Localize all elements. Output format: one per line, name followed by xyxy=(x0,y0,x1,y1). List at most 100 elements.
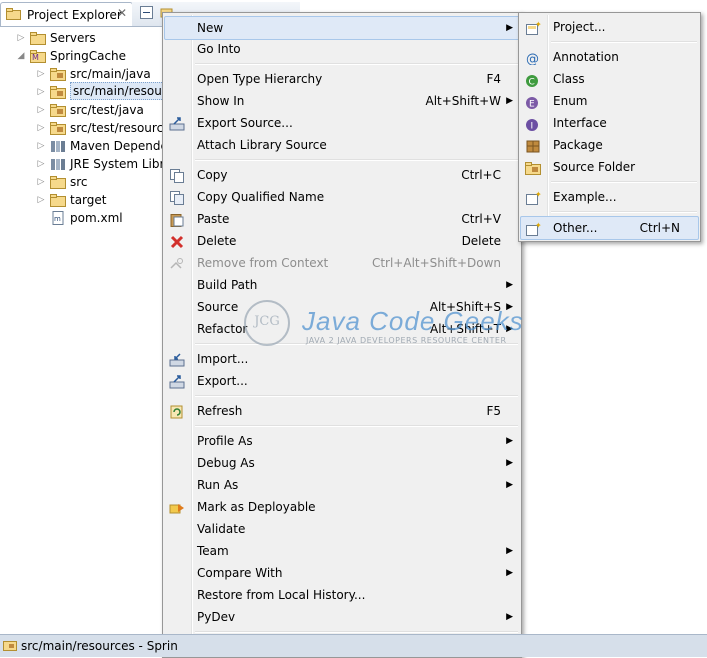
menu-item-label: Annotation xyxy=(553,50,619,64)
menu-item-paste[interactable]: Paste Ctrl+V xyxy=(165,208,519,230)
tree-item-label: src xyxy=(70,175,88,189)
annotation-icon: @ xyxy=(525,50,541,67)
menu-item-shortcut: F4 xyxy=(486,72,501,86)
menu-item-compare-with[interactable]: Compare With ▶ xyxy=(165,562,519,584)
svg-text:@: @ xyxy=(526,52,539,65)
menu-item-import[interactable]: Import... xyxy=(165,348,519,370)
menu-item-shortcut: Delete xyxy=(461,234,501,248)
menu-item-label: Attach Library Source xyxy=(197,138,327,152)
menu-item-label: Export Source... xyxy=(197,116,293,130)
expand-toggle-icon[interactable]: ▷ xyxy=(36,119,46,137)
menu-item-team[interactable]: Team ▶ xyxy=(165,540,519,562)
menu-item-export-source[interactable]: Export Source... xyxy=(165,112,519,134)
export-source-icon xyxy=(169,116,185,131)
expand-toggle-icon[interactable]: ▷ xyxy=(16,29,26,47)
delete-icon xyxy=(169,234,185,249)
menu-item-open-type-hierarchy[interactable]: Open Type Hierarchy F4 xyxy=(165,68,519,90)
menu-item-annotation[interactable]: @ Annotation xyxy=(521,46,698,68)
expand-toggle-icon[interactable]: ◢ xyxy=(16,47,26,65)
collapse-all-icon[interactable] xyxy=(140,6,153,19)
menu-item-profile-as[interactable]: Profile As ▶ xyxy=(165,430,519,452)
menu-separator xyxy=(195,395,518,397)
menu-item-copy[interactable]: Copy Ctrl+C xyxy=(165,164,519,186)
folder-icon xyxy=(30,31,46,45)
svg-text:✦: ✦ xyxy=(535,191,541,199)
library-icon xyxy=(50,139,66,153)
interface-icon: I xyxy=(525,116,541,132)
tree-item-label: pom.xml xyxy=(70,211,123,225)
menu-item-shortcut: Ctrl+V xyxy=(461,212,501,226)
menu-item-label: Show In xyxy=(197,94,245,108)
submenu-arrow-icon: ▶ xyxy=(506,96,513,106)
expand-toggle-icon[interactable]: ▷ xyxy=(36,173,46,191)
menu-item-delete[interactable]: Delete Delete xyxy=(165,230,519,252)
export-icon xyxy=(169,374,185,389)
source-folder-icon xyxy=(525,160,541,175)
menu-item-class[interactable]: C Class xyxy=(521,68,698,90)
menu-item-interface[interactable]: I Interface xyxy=(521,112,698,134)
expand-toggle-icon[interactable]: ▷ xyxy=(36,101,46,119)
remove-context-icon xyxy=(169,256,185,270)
menu-item-label: Delete xyxy=(197,234,237,248)
menu-item-pydev[interactable]: PyDev ▶ xyxy=(165,606,519,628)
expand-toggle-icon[interactable]: ▷ xyxy=(36,137,46,155)
menu-item-export[interactable]: Export... xyxy=(165,370,519,392)
svg-text:m: m xyxy=(54,215,61,223)
menu-item-label: Import... xyxy=(197,352,249,366)
menu-item-shortcut: Alt+Shift+T xyxy=(430,322,501,336)
menu-item-new[interactable]: New ▶ xyxy=(164,16,520,40)
menu-item-source-folder[interactable]: Source Folder xyxy=(521,156,698,178)
menu-item-project[interactable]: ✦ Project... xyxy=(521,16,698,38)
menu-item-label: Project... xyxy=(553,20,606,34)
library-icon xyxy=(50,157,66,171)
menu-item-show-in[interactable]: Show In Alt+Shift+W ▶ xyxy=(165,90,519,112)
menu-item-shortcut: Alt+Shift+S xyxy=(429,300,501,314)
submenu-arrow-icon: ▶ xyxy=(506,280,513,290)
menu-item-other[interactable]: ✦ Other... Ctrl+N xyxy=(520,216,699,240)
menu-item-remove-from-context[interactable]: Remove from Context Ctrl+Alt+Shift+Down xyxy=(165,252,519,274)
menu-item-validate[interactable]: Validate xyxy=(165,518,519,540)
submenu-arrow-icon: ▶ xyxy=(506,458,513,468)
menu-item-example[interactable]: ✦ Example... xyxy=(521,186,698,208)
xml-file-icon: m xyxy=(50,211,66,225)
menu-separator xyxy=(551,41,697,43)
svg-text:E: E xyxy=(529,100,535,110)
expand-toggle-icon[interactable]: ▷ xyxy=(36,65,46,83)
menu-item-attach-library-source[interactable]: Attach Library Source xyxy=(165,134,519,156)
class-icon: C xyxy=(525,72,541,88)
svg-text:✦: ✦ xyxy=(535,222,541,230)
menu-item-package[interactable]: Package xyxy=(521,134,698,156)
menu-item-copy-qualified-name[interactable]: Copy Qualified Name xyxy=(165,186,519,208)
expand-toggle-icon[interactable]: ▷ xyxy=(36,155,46,173)
menu-item-label: Refactor xyxy=(197,322,248,336)
folder-icon xyxy=(50,175,66,189)
menu-item-restore-from-local-history[interactable]: Restore from Local History... xyxy=(165,584,519,606)
menu-item-debug-as[interactable]: Debug As ▶ xyxy=(165,452,519,474)
menu-item-label: Team xyxy=(197,544,229,558)
enum-icon: E xyxy=(525,94,541,110)
menu-item-label: Class xyxy=(553,72,585,86)
menu-item-enum[interactable]: E Enum xyxy=(521,90,698,112)
copy-icon xyxy=(169,168,185,183)
menu-item-label: Validate xyxy=(197,522,246,536)
menu-item-go-into[interactable]: Go Into xyxy=(165,38,519,60)
menu-item-label: Build Path xyxy=(197,278,258,292)
close-icon[interactable]: ✕ xyxy=(117,6,127,20)
new-submenu: ✦ Project... @ Annotation C Class E Enum I Interf… xyxy=(518,12,701,242)
menu-item-run-as[interactable]: Run As ▶ xyxy=(165,474,519,496)
menu-item-source[interactable]: Source Alt+Shift+S ▶ xyxy=(165,296,519,318)
status-text: src/main/resources - Sprin xyxy=(21,639,178,653)
menu-item-refresh[interactable]: Refresh F5 xyxy=(165,400,519,422)
tab-project-explorer[interactable]: Project Explorer ✕ xyxy=(0,2,133,27)
tree-item-label: Maven Depender xyxy=(70,139,173,153)
menu-item-label: Go Into xyxy=(197,42,241,56)
expand-toggle-icon[interactable]: ▷ xyxy=(36,191,46,209)
menu-item-label: Copy xyxy=(197,168,228,182)
menu-item-mark-as-deployable[interactable]: Mark as Deployable xyxy=(165,496,519,518)
menu-item-build-path[interactable]: Build Path ▶ xyxy=(165,274,519,296)
submenu-arrow-icon: ▶ xyxy=(506,612,513,622)
expand-toggle-icon[interactable]: ▷ xyxy=(36,83,46,101)
svg-text:C: C xyxy=(529,78,535,88)
tree-item-label: src/test/resources xyxy=(70,121,177,135)
menu-item-refactor[interactable]: Refactor Alt+Shift+T ▶ xyxy=(165,318,519,340)
